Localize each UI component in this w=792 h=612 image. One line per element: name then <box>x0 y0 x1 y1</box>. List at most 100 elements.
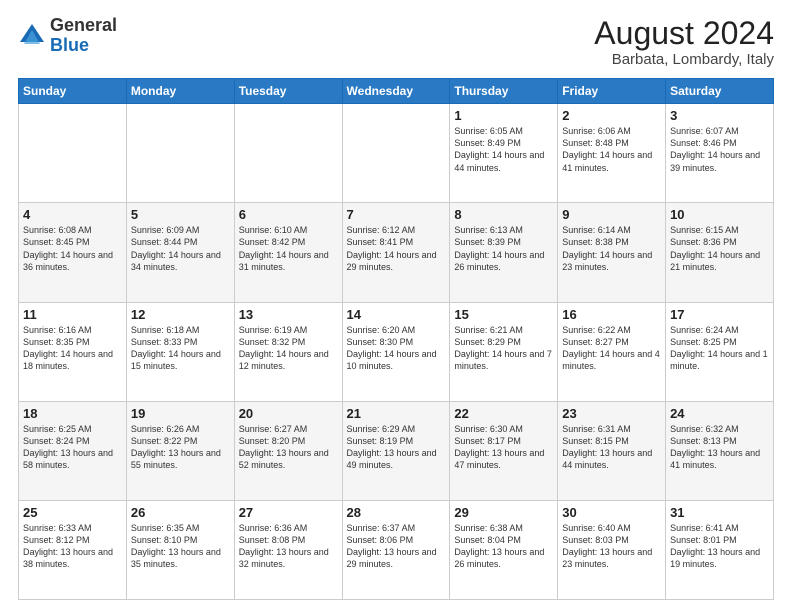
calendar-week-1: 4 Sunrise: 6:08 AM Sunset: 8:45 PM Daylig… <box>19 203 774 302</box>
logo-text: General Blue <box>50 16 117 56</box>
day-info: Sunrise: 6:12 AM Sunset: 8:41 PM Dayligh… <box>347 224 446 273</box>
calendar-cell: 23Sunrise: 6:31 AM Sunset: 8:15 PM Dayli… <box>558 401 666 500</box>
day-info: Sunrise: 6:15 AM Sunset: 8:36 PM Dayligh… <box>670 224 769 273</box>
header-tuesday: Tuesday <box>234 79 342 104</box>
day-info: Sunrise: 6:05 AM Sunset: 8:49 PM Dayligh… <box>454 125 553 174</box>
calendar-week-0: 1 Sunrise: 6:05 AM Sunset: 8:49 PM Daylig… <box>19 104 774 203</box>
calendar-cell: 1 Sunrise: 6:05 AM Sunset: 8:49 PM Daylig… <box>450 104 558 203</box>
day-number: 29 <box>454 505 553 520</box>
calendar-cell: 5 Sunrise: 6:09 AM Sunset: 8:44 PM Daylig… <box>126 203 234 302</box>
day-info: Sunrise: 6:32 AM Sunset: 8:13 PM Dayligh… <box>670 423 769 472</box>
day-info: Sunrise: 6:10 AM Sunset: 8:42 PM Dayligh… <box>239 224 338 273</box>
day-info: Sunrise: 6:40 AM Sunset: 8:03 PM Dayligh… <box>562 522 661 571</box>
calendar-cell <box>342 104 450 203</box>
day-number: 26 <box>131 505 230 520</box>
day-number: 28 <box>347 505 446 520</box>
day-info: Sunrise: 6:22 AM Sunset: 8:27 PM Dayligh… <box>562 324 661 373</box>
day-info: Sunrise: 6:08 AM Sunset: 8:45 PM Dayligh… <box>23 224 122 273</box>
day-number: 2 <box>562 108 661 123</box>
header-sunday: Sunday <box>19 79 127 104</box>
header-saturday: Saturday <box>666 79 774 104</box>
day-info: Sunrise: 6:25 AM Sunset: 8:24 PM Dayligh… <box>23 423 122 472</box>
day-number: 30 <box>562 505 661 520</box>
day-number: 1 <box>454 108 553 123</box>
day-info: Sunrise: 6:41 AM Sunset: 8:01 PM Dayligh… <box>670 522 769 571</box>
day-number: 11 <box>23 307 122 322</box>
day-info: Sunrise: 6:21 AM Sunset: 8:29 PM Dayligh… <box>454 324 553 373</box>
day-number: 13 <box>239 307 338 322</box>
calendar-cell <box>234 104 342 203</box>
day-info: Sunrise: 6:07 AM Sunset: 8:46 PM Dayligh… <box>670 125 769 174</box>
calendar-cell: 18 Sunrise: 6:25 AM Sunset: 8:24 PM Dayli… <box>19 401 127 500</box>
day-number: 6 <box>239 207 338 222</box>
day-number: 25 <box>23 505 122 520</box>
logo-general: General <box>50 15 117 35</box>
calendar-cell: 21Sunrise: 6:29 AM Sunset: 8:19 PM Dayli… <box>342 401 450 500</box>
day-info: Sunrise: 6:29 AM Sunset: 8:19 PM Dayligh… <box>347 423 446 472</box>
calendar-cell: 14 Sunrise: 6:20 AM Sunset: 8:30 PM Dayli… <box>342 302 450 401</box>
day-info: Sunrise: 6:38 AM Sunset: 8:04 PM Dayligh… <box>454 522 553 571</box>
header-wednesday: Wednesday <box>342 79 450 104</box>
day-info: Sunrise: 6:35 AM Sunset: 8:10 PM Dayligh… <box>131 522 230 571</box>
calendar-cell: 6 Sunrise: 6:10 AM Sunset: 8:42 PM Daylig… <box>234 203 342 302</box>
day-info: Sunrise: 6:19 AM Sunset: 8:32 PM Dayligh… <box>239 324 338 373</box>
day-number: 9 <box>562 207 661 222</box>
header-friday: Friday <box>558 79 666 104</box>
calendar-cell: 16Sunrise: 6:22 AM Sunset: 8:27 PM Dayli… <box>558 302 666 401</box>
header: General Blue August 2024 Barbata, Lombar… <box>18 16 774 68</box>
location-title: Barbata, Lombardy, Italy <box>594 51 774 68</box>
day-number: 19 <box>131 406 230 421</box>
calendar-cell: 30 Sunrise: 6:40 AM Sunset: 8:03 PM Dayli… <box>558 500 666 599</box>
calendar-cell: 28Sunrise: 6:37 AM Sunset: 8:06 PM Dayli… <box>342 500 450 599</box>
day-info: Sunrise: 6:26 AM Sunset: 8:22 PM Dayligh… <box>131 423 230 472</box>
calendar-cell <box>126 104 234 203</box>
calendar-week-2: 11Sunrise: 6:16 AM Sunset: 8:35 PM Dayli… <box>19 302 774 401</box>
header-monday: Monday <box>126 79 234 104</box>
month-title: August 2024 <box>594 16 774 51</box>
calendar-cell: 2 Sunrise: 6:06 AM Sunset: 8:48 PM Daylig… <box>558 104 666 203</box>
day-number: 8 <box>454 207 553 222</box>
calendar-cell: 17Sunrise: 6:24 AM Sunset: 8:25 PM Dayli… <box>666 302 774 401</box>
title-block: August 2024 Barbata, Lombardy, Italy <box>594 16 774 68</box>
day-number: 10 <box>670 207 769 222</box>
day-number: 7 <box>347 207 446 222</box>
calendar-cell: 27 Sunrise: 6:36 AM Sunset: 8:08 PM Dayli… <box>234 500 342 599</box>
calendar-cell: 22Sunrise: 6:30 AM Sunset: 8:17 PM Dayli… <box>450 401 558 500</box>
calendar-cell: 12Sunrise: 6:18 AM Sunset: 8:33 PM Dayli… <box>126 302 234 401</box>
logo-blue: Blue <box>50 35 89 55</box>
calendar-cell: 11Sunrise: 6:16 AM Sunset: 8:35 PM Dayli… <box>19 302 127 401</box>
day-info: Sunrise: 6:13 AM Sunset: 8:39 PM Dayligh… <box>454 224 553 273</box>
day-number: 15 <box>454 307 553 322</box>
day-number: 20 <box>239 406 338 421</box>
day-number: 14 <box>347 307 446 322</box>
calendar-cell: 7 Sunrise: 6:12 AM Sunset: 8:41 PM Daylig… <box>342 203 450 302</box>
day-number: 4 <box>23 207 122 222</box>
day-number: 27 <box>239 505 338 520</box>
calendar-cell: 26 Sunrise: 6:35 AM Sunset: 8:10 PM Dayli… <box>126 500 234 599</box>
day-info: Sunrise: 6:20 AM Sunset: 8:30 PM Dayligh… <box>347 324 446 373</box>
logo: General Blue <box>18 16 117 56</box>
day-info: Sunrise: 6:09 AM Sunset: 8:44 PM Dayligh… <box>131 224 230 273</box>
day-info: Sunrise: 6:14 AM Sunset: 8:38 PM Dayligh… <box>562 224 661 273</box>
page: General Blue August 2024 Barbata, Lombar… <box>0 0 792 612</box>
day-info: Sunrise: 6:18 AM Sunset: 8:33 PM Dayligh… <box>131 324 230 373</box>
calendar-cell: 15 Sunrise: 6:21 AM Sunset: 8:29 PM Dayli… <box>450 302 558 401</box>
day-info: Sunrise: 6:30 AM Sunset: 8:17 PM Dayligh… <box>454 423 553 472</box>
day-info: Sunrise: 6:36 AM Sunset: 8:08 PM Dayligh… <box>239 522 338 571</box>
calendar-cell: 13 Sunrise: 6:19 AM Sunset: 8:32 PM Dayli… <box>234 302 342 401</box>
day-info: Sunrise: 6:27 AM Sunset: 8:20 PM Dayligh… <box>239 423 338 472</box>
calendar-cell: 31Sunrise: 6:41 AM Sunset: 8:01 PM Dayli… <box>666 500 774 599</box>
calendar-cell: 8 Sunrise: 6:13 AM Sunset: 8:39 PM Daylig… <box>450 203 558 302</box>
day-info: Sunrise: 6:06 AM Sunset: 8:48 PM Dayligh… <box>562 125 661 174</box>
calendar-cell <box>19 104 127 203</box>
day-info: Sunrise: 6:33 AM Sunset: 8:12 PM Dayligh… <box>23 522 122 571</box>
header-thursday: Thursday <box>450 79 558 104</box>
weekday-header-row: Sunday Monday Tuesday Wednesday Thursday… <box>19 79 774 104</box>
calendar-week-3: 18 Sunrise: 6:25 AM Sunset: 8:24 PM Dayli… <box>19 401 774 500</box>
calendar-table: Sunday Monday Tuesday Wednesday Thursday… <box>18 78 774 600</box>
day-number: 18 <box>23 406 122 421</box>
day-number: 5 <box>131 207 230 222</box>
calendar-cell: 25 Sunrise: 6:33 AM Sunset: 8:12 PM Dayli… <box>19 500 127 599</box>
calendar-cell: 4 Sunrise: 6:08 AM Sunset: 8:45 PM Daylig… <box>19 203 127 302</box>
calendar-cell: 29 Sunrise: 6:38 AM Sunset: 8:04 PM Dayli… <box>450 500 558 599</box>
